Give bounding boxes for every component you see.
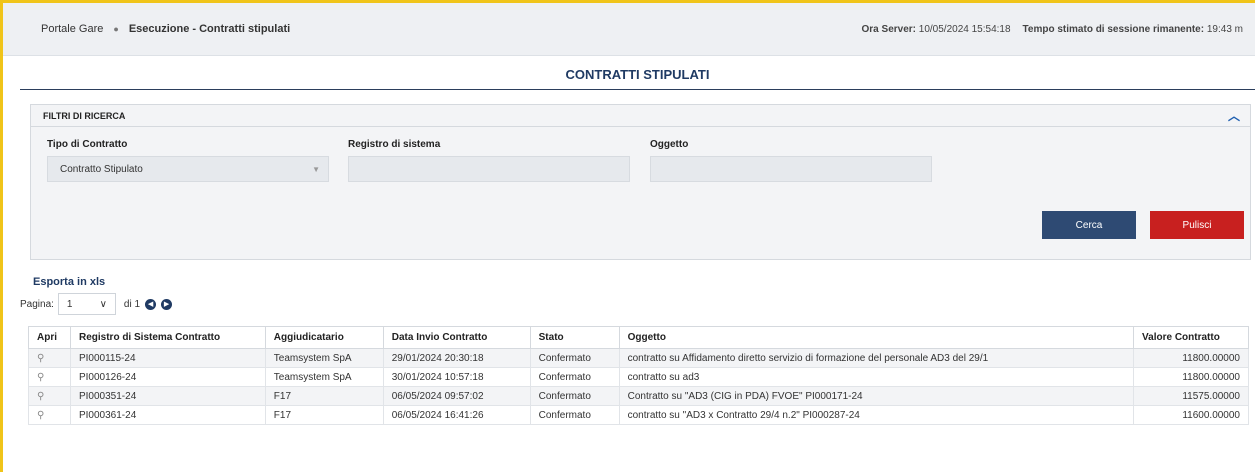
session-time-label: Tempo stimato di sessione rimanente:	[1022, 23, 1205, 35]
page-select-value: 1	[66, 298, 73, 310]
pager-total: di 1	[123, 298, 141, 310]
export-xls-link[interactable]: Esporta in xls	[33, 276, 105, 288]
table-cell: contratto su ad3	[618, 367, 1135, 387]
table-row: ⚲ PI000126-24 Teamsystem SpA 30/01/2024 …	[28, 367, 1249, 387]
table-cell: 29/01/2024 20:30:18	[382, 348, 531, 368]
server-time-value: 10/05/2024 15:54:18	[918, 23, 1011, 35]
magnifier-icon[interactable]: ⚲	[37, 410, 44, 421]
contract-type-field: Tipo di Contratto Contratto Stipulato ▼	[47, 139, 329, 182]
column-header[interactable]: Aggiudicatario	[264, 326, 384, 349]
page-select[interactable]: 1 ∨	[57, 293, 116, 315]
table-cell: F17	[264, 386, 384, 406]
contracts-table: Apri Registro di Sistema Contratto Aggiu…	[28, 326, 1249, 425]
table-cell: Confermato	[529, 348, 620, 368]
table-cell: 06/05/2024 16:41:26	[382, 405, 531, 425]
table-cell: contratto su Affidamento diretto servizi…	[618, 348, 1135, 368]
object-field: Oggetto	[650, 139, 932, 182]
system-register-field: Registro di sistema	[348, 139, 630, 182]
magnifier-icon[interactable]: ⚲	[37, 391, 44, 402]
pager: Pagina: 1 ∨ di 1 ◀ ▶	[20, 293, 173, 315]
table-cell: Confermato	[529, 405, 620, 425]
page-title: CONTRATTI STIPULATI	[20, 60, 1255, 90]
table-cell: Contratto su "AD3 (CIG in PDA) FVOE" PI0…	[618, 386, 1135, 406]
column-header[interactable]: Data Invio Contratto	[382, 326, 531, 349]
pager-label: Pagina:	[20, 298, 54, 310]
table-cell: PI000351-24	[69, 386, 266, 406]
server-info: Ora Server: 10/05/2024 15:54:18 Tempo st…	[862, 24, 1243, 35]
breadcrumb-current: Esecuzione - Contratti stipulati	[128, 23, 291, 35]
table-cell: 11575.00000	[1133, 386, 1249, 406]
contract-type-label: Tipo di Contratto	[47, 139, 128, 150]
table-row: ⚲ PI000351-24 F17 06/05/2024 09:57:02 Co…	[28, 386, 1249, 406]
table-cell: F17	[264, 405, 384, 425]
table-cell: Confermato	[529, 367, 620, 387]
table-cell: Teamsystem SpA	[264, 367, 384, 387]
breadcrumb: Portale Gare ● Esecuzione - Contratti st…	[41, 23, 290, 35]
filters-title: FILTRI DI RICERCA	[43, 110, 126, 121]
magnifier-icon[interactable]: ⚲	[37, 372, 44, 383]
previous-page-icon[interactable]: ◀	[145, 298, 157, 310]
session-time-value: 19:43 m	[1206, 23, 1243, 35]
chevron-down-icon: ∨	[99, 298, 107, 310]
table-cell: 30/01/2024 10:57:18	[382, 367, 531, 387]
next-page-icon[interactable]: ▶	[161, 298, 173, 310]
column-header[interactable]: Valore Contratto	[1133, 326, 1249, 349]
server-time-label: Ora Server:	[861, 23, 916, 35]
object-input[interactable]	[650, 156, 932, 182]
table-cell: PI000126-24	[69, 367, 266, 387]
table-cell: PI000361-24	[69, 405, 266, 425]
filters-header[interactable]: FILTRI DI RICERCA ︿	[31, 105, 1250, 127]
table-row: ⚲ PI000361-24 F17 06/05/2024 16:41:26 Co…	[28, 405, 1249, 425]
table-cell: 06/05/2024 09:57:02	[382, 386, 531, 406]
column-header[interactable]: Apri	[28, 326, 71, 349]
session-time-group: Tempo stimato di sessione rimanente: 19:…	[1023, 24, 1243, 35]
contract-type-value: Contratto Stipulato	[60, 163, 143, 175]
column-header[interactable]: Oggetto	[618, 326, 1135, 349]
table-cell: Confermato	[529, 386, 620, 406]
table-cell: 11800.00000	[1133, 348, 1249, 368]
search-button[interactable]: Cerca	[1042, 211, 1136, 239]
table-row: ⚲ PI000115-24 Teamsystem SpA 29/01/2024 …	[28, 348, 1249, 368]
table-cell: 11600.00000	[1133, 405, 1249, 425]
table-cell: Teamsystem SpA	[264, 348, 384, 368]
column-header[interactable]: Stato	[529, 326, 620, 349]
breadcrumb-home-link[interactable]: Portale Gare	[41, 23, 103, 35]
magnifier-icon[interactable]: ⚲	[37, 353, 44, 364]
search-filters-panel: FILTRI DI RICERCA ︿ Tipo di Contratto Co…	[30, 104, 1251, 260]
column-header[interactable]: Registro di Sistema Contratto	[69, 326, 266, 349]
bullet-icon: ●	[113, 24, 119, 34]
top-bar: Portale Gare ● Esecuzione - Contratti st…	[3, 3, 1255, 56]
system-register-input[interactable]	[348, 156, 630, 182]
clear-button[interactable]: Pulisci	[1150, 211, 1244, 239]
table-header-row: Apri Registro di Sistema Contratto Aggiu…	[28, 326, 1249, 349]
chevron-up-icon[interactable]: ︿	[1228, 107, 1240, 124]
chevron-down-icon: ▼	[312, 164, 320, 174]
table-cell: PI000115-24	[69, 348, 266, 368]
server-time-group: Ora Server: 10/05/2024 15:54:18	[862, 24, 1011, 35]
table-cell: contratto su "AD3 x Contratto 29/4 n.2" …	[618, 405, 1135, 425]
contract-type-select[interactable]: Contratto Stipulato ▼	[47, 156, 329, 182]
object-label: Oggetto	[650, 139, 689, 150]
table-cell: 11800.00000	[1133, 367, 1249, 387]
system-register-label: Registro di sistema	[348, 139, 441, 150]
